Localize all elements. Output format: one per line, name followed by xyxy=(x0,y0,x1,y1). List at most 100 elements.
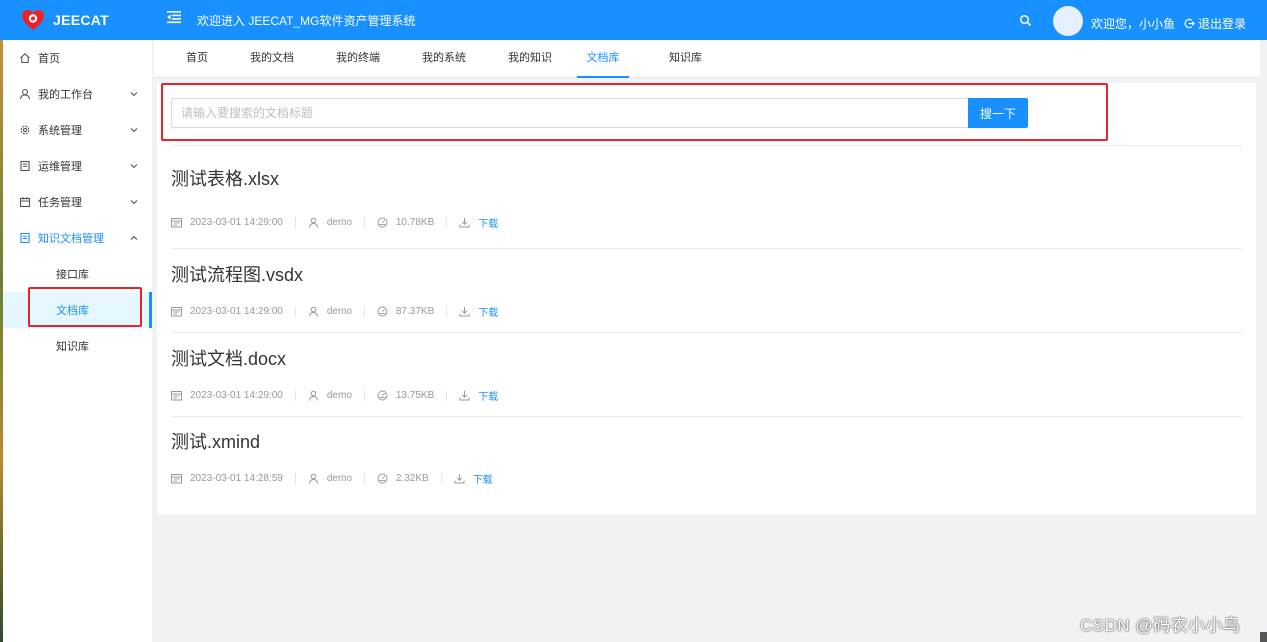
sidebar-item-system[interactable]: 系统管理 xyxy=(3,112,152,148)
list-item: 测试表格.xlsx 2023-03-01 14:29:00 demo 10.78… xyxy=(171,165,1243,249)
calendar-icon xyxy=(171,306,182,316)
download-link[interactable]: 下载 xyxy=(478,215,498,230)
doc-title[interactable]: 测试.xmind xyxy=(171,428,260,454)
doc-meta: 2023-03-01 14:29:00 demo 13.75KB 下载 xyxy=(171,388,498,403)
doc-title[interactable]: 测试文档.docx xyxy=(171,345,286,371)
download-link[interactable]: 下载 xyxy=(473,471,493,486)
logout-icon xyxy=(1184,18,1195,29)
doc-author: demo xyxy=(326,389,352,401)
tab-my-knowledge[interactable]: 我的知识 xyxy=(508,40,552,78)
doc-date: 2023-03-01 14:29:00 xyxy=(190,216,283,228)
sidebar-item-home[interactable]: 首页 xyxy=(3,40,152,76)
tab-my-systems[interactable]: 我的系统 xyxy=(422,40,466,78)
doc-title[interactable]: 测试流程图.vsdx xyxy=(171,261,303,287)
dashboard-icon xyxy=(377,306,388,316)
logout-button[interactable]: 退出登录 xyxy=(1184,15,1246,32)
chevron-down-icon xyxy=(130,200,138,205)
separator xyxy=(363,472,365,484)
separator xyxy=(363,305,365,317)
calendar-icon xyxy=(171,390,182,400)
calendar-icon xyxy=(171,473,182,483)
sidebar-subitem-api-library[interactable]: 接口库 xyxy=(3,256,152,292)
download-icon xyxy=(459,306,470,316)
doc-date: 2023-03-01 14:29:00 xyxy=(190,305,283,317)
dashboard-icon xyxy=(377,473,388,483)
list-item: 测试.xmind 2023-03-01 14:28:59 demo 2.32KB… xyxy=(171,416,1243,500)
doc-title[interactable]: 测试表格.xlsx xyxy=(171,165,279,191)
tab-doc-library[interactable]: 文档库 xyxy=(577,40,629,78)
search-button[interactable]: 搜一下 xyxy=(968,98,1028,128)
divider xyxy=(171,145,1243,146)
sidebar-item-label: 任务管理 xyxy=(38,197,82,209)
brand-name: JEECAT xyxy=(53,12,109,28)
tab-knowledge-library[interactable]: 知识库 xyxy=(669,40,702,78)
chevron-down-icon xyxy=(130,92,138,97)
sidebar-item-tasks[interactable]: 任务管理 xyxy=(3,184,152,220)
sidebar-subitem-knowledge-library[interactable]: 知识库 xyxy=(3,328,152,364)
sidebar-item-knowledge-docs[interactable]: 知识文档管理 xyxy=(3,220,152,256)
separator xyxy=(294,305,296,317)
top-header: JEECAT 欢迎进入 JEECAT_MG软件资产管理系统 欢迎您，小小鱼 退出… xyxy=(0,0,1267,40)
calendar-icon xyxy=(171,217,182,227)
logout-label: 退出登录 xyxy=(1198,17,1247,31)
chevron-down-icon xyxy=(130,164,138,169)
sidebar-item-label: 运维管理 xyxy=(38,161,82,173)
download-link[interactable]: 下载 xyxy=(478,388,498,403)
search-input[interactable] xyxy=(171,98,968,128)
tab-home[interactable]: 首页 xyxy=(186,40,208,78)
doc-size: 13.75KB xyxy=(395,389,435,401)
watermark: CSDN @码农小小鸟 xyxy=(1080,616,1241,635)
chevron-down-icon xyxy=(130,128,138,133)
sidebar-item-ops[interactable]: 运维管理 xyxy=(3,148,152,184)
gear-icon xyxy=(20,125,30,135)
sidebar-subitem-doc-library[interactable]: 文档库 xyxy=(3,292,152,328)
user-greeting[interactable]: 欢迎您，小小鱼 xyxy=(1091,15,1175,32)
separator xyxy=(294,472,296,484)
tab-my-terminals[interactable]: 我的终端 xyxy=(336,40,380,78)
doc-author: demo xyxy=(326,305,352,317)
list-item: 测试流程图.vsdx 2023-03-01 14:29:00 demo 87.3… xyxy=(171,249,1243,333)
doc-date: 2023-03-01 14:29:00 xyxy=(190,389,283,401)
tab-my-docs[interactable]: 我的文档 xyxy=(250,40,294,78)
user-icon xyxy=(308,473,318,484)
welcome-text: 欢迎进入 JEECAT_MG软件资产管理系统 xyxy=(197,14,416,28)
sidebar-item-label: 知识文档管理 xyxy=(38,233,104,245)
separator xyxy=(294,216,296,228)
doc-meta: 2023-03-01 14:29:00 demo 10.78KB 下载 xyxy=(171,215,498,230)
doc-meta: 2023-03-01 14:29:00 demo 87.37KB 下载 xyxy=(171,304,498,319)
download-icon xyxy=(459,390,470,400)
doc-date: 2023-03-01 14:28:59 xyxy=(190,472,283,484)
doc-author: demo xyxy=(326,216,352,228)
sidebar-item-label: 首页 xyxy=(38,53,60,65)
separator xyxy=(446,216,448,228)
sidebar-item-label: 我的工作台 xyxy=(38,89,93,101)
sidebar: 首页 我的工作台 系统管理 运维管理 任务管理 知识文档管理 接口库 文档库 知… xyxy=(3,40,152,642)
doc-size: 2.32KB xyxy=(395,472,429,484)
download-icon xyxy=(459,217,470,227)
separator xyxy=(440,472,442,484)
user-icon xyxy=(19,88,31,100)
doc-meta: 2023-03-01 14:28:59 demo 2.32KB 下载 xyxy=(171,471,493,486)
dashboard-icon xyxy=(377,217,388,227)
scrollbar-corner xyxy=(1260,632,1267,642)
home-icon xyxy=(20,53,30,64)
sidebar-item-label: 系统管理 xyxy=(38,125,82,137)
user-icon xyxy=(308,217,318,228)
list-item: 测试文档.docx 2023-03-01 14:29:00 demo 13.75… xyxy=(171,333,1243,417)
search-icon[interactable] xyxy=(1019,14,1032,27)
separator xyxy=(446,305,448,317)
separator xyxy=(363,389,365,401)
user-icon xyxy=(308,306,318,317)
doc-size: 10.78KB xyxy=(395,216,435,228)
document-icon xyxy=(20,232,30,244)
user-icon xyxy=(308,390,318,401)
avatar[interactable] xyxy=(1053,6,1083,36)
sidebar-subitem-label: 文档库 xyxy=(56,305,89,317)
calendar-icon xyxy=(19,197,31,208)
sidebar-item-workbench[interactable]: 我的工作台 xyxy=(3,76,152,112)
book-icon xyxy=(20,160,30,172)
menu-fold-icon[interactable] xyxy=(166,9,182,25)
download-icon xyxy=(454,473,465,483)
logo[interactable]: JEECAT xyxy=(0,0,152,40)
download-link[interactable]: 下载 xyxy=(478,304,498,319)
